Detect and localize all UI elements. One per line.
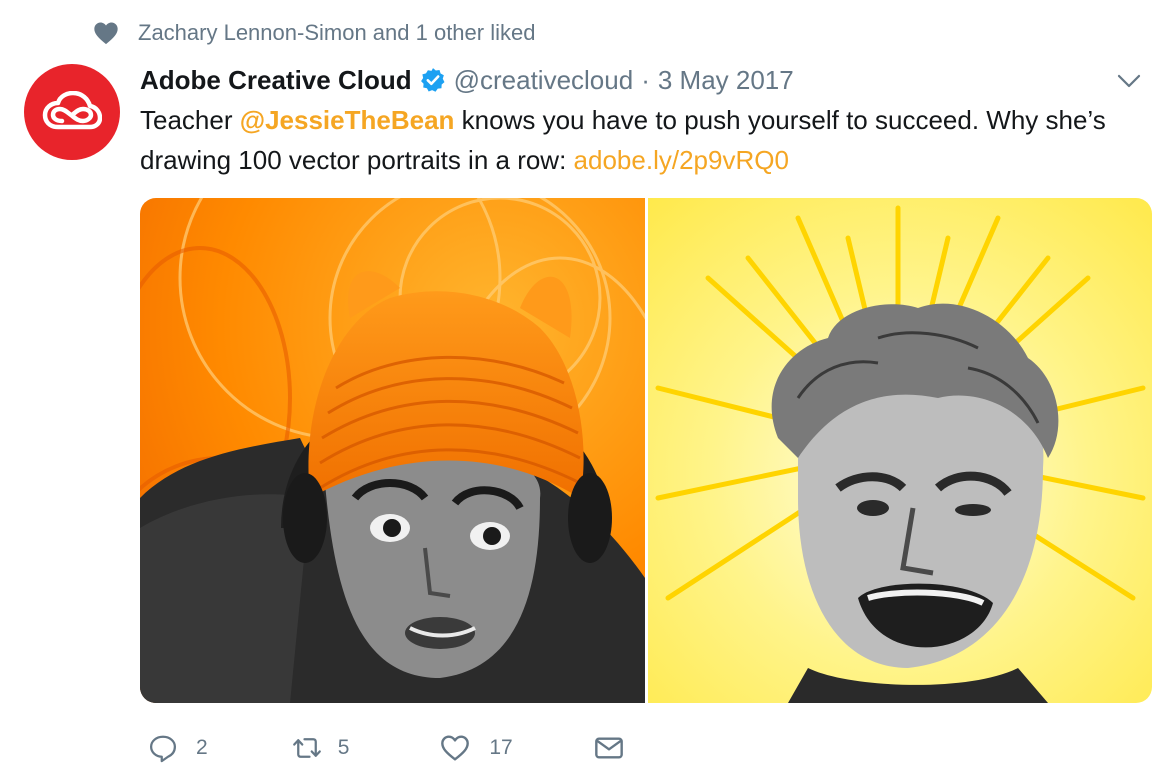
retweet-icon <box>292 738 321 758</box>
social-context[interactable]: Zachary Lennon-Simon and 1 other liked <box>92 18 535 48</box>
tweet-text-part1: Teacher <box>140 105 240 135</box>
social-context-text: Zachary Lennon-Simon and 1 other liked <box>138 20 536 45</box>
like-count: 17 <box>489 736 513 759</box>
like-button[interactable]: 17 <box>439 732 513 764</box>
media-image-right[interactable] <box>647 198 1152 703</box>
mention-link[interactable]: @JessieTheBean <box>240 105 455 135</box>
envelope-icon <box>594 737 623 759</box>
retweet-count: 5 <box>337 736 350 759</box>
author-handle[interactable]: @creativecloud <box>454 65 634 96</box>
author-name[interactable]: Adobe Creative Cloud <box>140 65 412 96</box>
tweet-header: Adobe Creative Cloud @creativecloud · 3 … <box>140 60 1144 100</box>
reply-icon <box>150 735 176 763</box>
tweet-media <box>140 198 1152 703</box>
verified-badge-icon <box>420 68 445 92</box>
tweet-date[interactable]: 3 May 2017 <box>658 65 794 96</box>
direct-message-button[interactable] <box>593 732 625 764</box>
reply-button[interactable]: 2 <box>148 733 208 763</box>
creative-cloud-logo <box>42 91 102 130</box>
tweet-text: Teacher @JessieTheBean knows you have to… <box>140 100 1130 180</box>
chevron-down-icon[interactable] <box>1114 66 1144 96</box>
media-image-left[interactable] <box>140 198 645 703</box>
url-link[interactable]: adobe.ly/2p9vRQ0 <box>574 145 789 175</box>
avatar[interactable] <box>24 64 120 160</box>
reply-count: 2 <box>196 736 208 759</box>
header-separator: · <box>641 64 650 95</box>
heart-icon <box>94 22 118 45</box>
tweet-actions: 2 5 17 <box>140 730 625 766</box>
heart-icon <box>441 735 470 761</box>
retweet-button[interactable]: 5 <box>290 733 350 763</box>
